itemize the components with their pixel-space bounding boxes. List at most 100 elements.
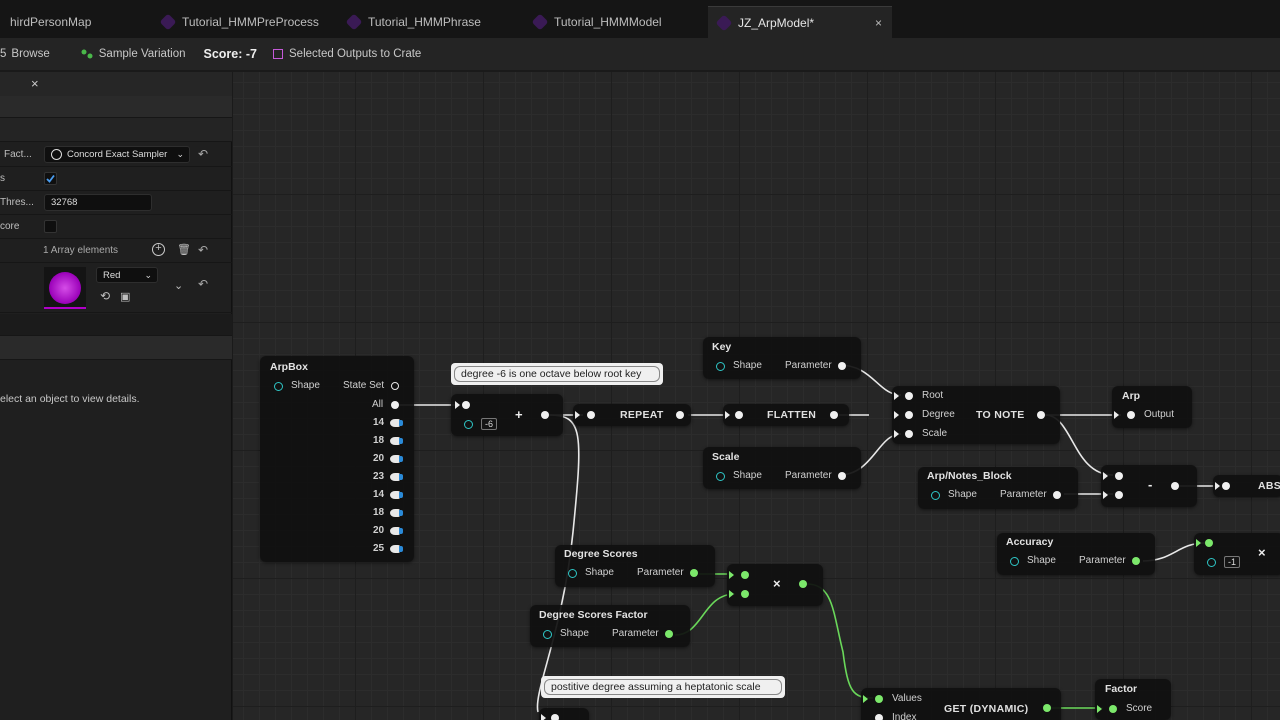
input-pin[interactable] xyxy=(905,392,913,400)
node-multiply[interactable]: -1 × xyxy=(1194,533,1280,575)
comment-bubble[interactable]: postitive degree assuming a heptatonic s… xyxy=(541,676,785,698)
input-pin[interactable] xyxy=(905,430,913,438)
node-degree-scores[interactable]: Degree Scores Shape Parameter xyxy=(555,545,715,587)
node-abs[interactable]: ABS xyxy=(1213,475,1280,497)
reset-icon[interactable]: ↶ xyxy=(198,243,208,257)
output-pin[interactable] xyxy=(390,455,403,463)
output-pin[interactable] xyxy=(690,569,698,577)
output-pin[interactable] xyxy=(390,545,403,553)
output-pin[interactable] xyxy=(838,472,846,480)
input-pin[interactable] xyxy=(1207,558,1216,567)
output-pin[interactable] xyxy=(1132,557,1140,565)
output-pin[interactable] xyxy=(830,411,838,419)
output-pin[interactable] xyxy=(665,630,673,638)
input-pin[interactable] xyxy=(274,382,283,391)
input-pin[interactable] xyxy=(1222,482,1230,490)
threshold-input[interactable]: 32768 xyxy=(44,194,152,211)
output-pin[interactable] xyxy=(676,411,684,419)
node-repeat[interactable]: REPEAT xyxy=(573,404,691,426)
tab-jz-arp-model[interactable]: JZ_ArpModel* × xyxy=(708,6,892,38)
node-accuracy[interactable]: Accuracy Shape Parameter xyxy=(997,533,1155,575)
input-pin[interactable] xyxy=(716,362,725,371)
input-pin[interactable] xyxy=(1127,411,1135,419)
node-partial[interactable] xyxy=(539,708,589,720)
comment-text: degree -6 is one octave below root key xyxy=(454,366,660,382)
input-pin[interactable] xyxy=(551,714,559,720)
output-pin[interactable] xyxy=(838,362,846,370)
input-pin[interactable] xyxy=(875,695,883,703)
node-key[interactable]: Key Shape Parameter xyxy=(703,337,861,379)
input-pin[interactable] xyxy=(905,411,913,419)
tab-hmm-model[interactable]: Tutorial_HMMModel xyxy=(524,6,704,38)
reset-icon[interactable]: ↶ xyxy=(198,277,208,291)
output-pin[interactable] xyxy=(1037,411,1045,419)
input-pin[interactable] xyxy=(741,571,749,579)
tab-hmm-phrase[interactable]: Tutorial_HMMPhrase xyxy=(338,6,518,38)
input-pin[interactable] xyxy=(931,491,940,500)
refresh-icon[interactable]: ⟲ xyxy=(100,289,110,303)
node-degree-scores-factor[interactable]: Degree Scores Factor Shape Parameter xyxy=(530,605,690,647)
output-pin[interactable] xyxy=(1043,704,1051,712)
node-flatten[interactable]: FLATTEN xyxy=(723,404,849,426)
input-pin[interactable] xyxy=(464,420,473,429)
input-pin[interactable] xyxy=(543,630,552,639)
selected-outputs-button[interactable]: Selected Outputs to Crate xyxy=(273,48,421,60)
trash-icon[interactable]: 🗑 xyxy=(177,243,191,256)
input-pin[interactable] xyxy=(741,590,749,598)
constant-input[interactable]: -6 xyxy=(481,418,498,430)
node-multiply-scores[interactable]: × xyxy=(727,564,823,606)
output-pin[interactable] xyxy=(390,527,403,535)
close-icon[interactable]: × xyxy=(875,16,882,30)
output-pin[interactable] xyxy=(390,491,403,499)
output-pin[interactable] xyxy=(390,437,403,445)
input-pin[interactable] xyxy=(1115,472,1123,480)
add-icon[interactable]: + xyxy=(152,243,165,256)
node-scale[interactable]: Scale Shape Parameter xyxy=(703,447,861,489)
output-pin[interactable] xyxy=(799,580,807,588)
node-get-dynamic[interactable]: Values Index GET (DYNAMIC) xyxy=(861,688,1061,720)
output-pin[interactable] xyxy=(390,419,403,427)
node-arp-output[interactable]: Arp Output xyxy=(1112,386,1192,428)
input-pin[interactable] xyxy=(587,411,595,419)
sample-variation-button[interactable]: Sample Variation xyxy=(80,48,186,60)
output-pin[interactable] xyxy=(391,401,399,409)
tab-third-person-map[interactable]: hirdPersonMap xyxy=(0,6,150,38)
checkbox-checked[interactable] xyxy=(44,172,57,185)
reset-icon[interactable]: ↶ xyxy=(198,147,208,161)
output-pin[interactable] xyxy=(390,473,403,481)
output-pin[interactable] xyxy=(541,411,549,419)
pin-label: All xyxy=(372,399,384,410)
node-subtract[interactable]: - xyxy=(1101,465,1197,507)
input-pin[interactable] xyxy=(1205,539,1213,547)
sampler-dropdown[interactable]: Concord Exact Sampler ⌄ xyxy=(44,146,190,163)
chevron-down-icon[interactable]: ⌄ xyxy=(174,279,183,292)
input-pin[interactable] xyxy=(568,569,577,578)
input-pin[interactable] xyxy=(462,401,470,409)
input-pin[interactable] xyxy=(1109,705,1117,713)
close-icon[interactable]: × xyxy=(31,76,39,91)
color-swatch[interactable] xyxy=(44,267,86,309)
tab-hmm-preprocess[interactable]: Tutorial_HMMPreProcess xyxy=(152,6,332,38)
node-factor[interactable]: Factor Score xyxy=(1095,679,1171,720)
comment-bubble[interactable]: degree -6 is one octave below root key xyxy=(451,363,663,385)
input-pin[interactable] xyxy=(716,472,725,481)
output-pin[interactable] xyxy=(1053,491,1061,499)
checkbox-unchecked[interactable] xyxy=(44,220,57,233)
node-notes-block[interactable]: Arp/Notes_Block Shape Parameter xyxy=(918,467,1078,509)
output-pin[interactable] xyxy=(391,382,399,390)
node-to-note[interactable]: Root Degree Scale TO NOTE xyxy=(892,386,1060,444)
browse-folder-icon[interactable]: ▣ xyxy=(120,290,130,303)
input-pin[interactable] xyxy=(875,714,883,720)
node-graph-canvas[interactable]: ArpBox Shape State Set All 14 18 20 23 1… xyxy=(233,72,1280,720)
input-pin[interactable] xyxy=(1010,557,1019,566)
browse-button[interactable]: 5 Browse xyxy=(0,48,50,60)
input-pin[interactable] xyxy=(735,411,743,419)
node-arpbox[interactable]: ArpBox Shape State Set All 14 18 20 23 1… xyxy=(260,356,414,562)
node-add[interactable]: -6 + xyxy=(451,394,563,436)
output-pin[interactable] xyxy=(1171,482,1179,490)
multiply-operator: × xyxy=(773,576,781,591)
color-dropdown[interactable]: Red ⌄ xyxy=(96,267,158,283)
input-pin[interactable] xyxy=(1115,491,1123,499)
output-pin[interactable] xyxy=(390,509,403,517)
constant-input[interactable]: -1 xyxy=(1224,556,1241,568)
